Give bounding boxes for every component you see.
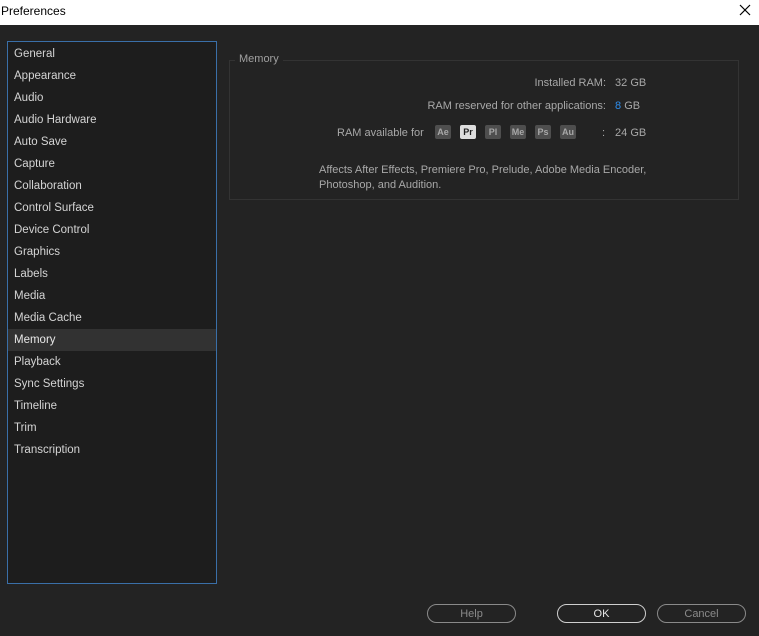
sidebar-item-auto-save[interactable]: Auto Save <box>8 131 216 153</box>
memory-group-title: Memory <box>235 53 283 65</box>
window-title: Preferences <box>1 4 66 18</box>
premiere-pro-icon: Pr <box>460 125 476 139</box>
sidebar-item-sync-settings[interactable]: Sync Settings <box>8 373 216 395</box>
available-ram-value-row: 24 GB <box>615 127 646 139</box>
app-badges: Ae Pr Pl Me Ps Au <box>435 125 585 139</box>
sidebar-item-memory[interactable]: Memory <box>8 329 216 351</box>
sidebar-item-capture[interactable]: Capture <box>8 153 216 175</box>
sidebar-item-timeline[interactable]: Timeline <box>8 395 216 417</box>
memory-description-line-2: Photoshop, and Audition. <box>319 179 442 191</box>
reserved-ram-label: RAM reserved for other applications: <box>427 100 606 112</box>
sidebar-item-trim[interactable]: Trim <box>8 417 216 439</box>
available-ram-separator: : <box>602 127 606 139</box>
preferences-dialog: General Appearance Audio Audio Hardware … <box>0 25 759 636</box>
audition-icon: Au <box>560 125 576 139</box>
installed-ram-value: 32 <box>615 77 628 89</box>
sidebar-item-media-cache[interactable]: Media Cache <box>8 307 216 329</box>
prelude-icon: Pl <box>485 125 501 139</box>
sidebar-item-audio[interactable]: Audio <box>8 87 216 109</box>
ok-button[interactable]: OK <box>557 604 646 623</box>
sidebar-item-collaboration[interactable]: Collaboration <box>8 175 216 197</box>
sidebar-item-media[interactable]: Media <box>8 285 216 307</box>
sidebar-item-appearance[interactable]: Appearance <box>8 65 216 87</box>
available-ram-unit: GB <box>630 127 647 139</box>
sidebar-item-transcription[interactable]: Transcription <box>8 439 216 461</box>
sidebar-item-labels[interactable]: Labels <box>8 263 216 285</box>
sidebar-item-control-surface[interactable]: Control Surface <box>8 197 216 219</box>
reserved-ram-value-row: 8 GB <box>615 100 640 112</box>
memory-description-line-1: Affects After Effects, Premiere Pro, Pre… <box>319 164 647 176</box>
sidebar-item-graphics[interactable]: Graphics <box>8 241 216 263</box>
photoshop-icon: Ps <box>535 125 551 139</box>
sidebar-item-audio-hardware[interactable]: Audio Hardware <box>8 109 216 131</box>
available-ram-label: RAM available for <box>337 127 424 139</box>
after-effects-icon: Ae <box>435 125 451 139</box>
media-encoder-icon: Me <box>510 125 526 139</box>
help-button[interactable]: Help <box>427 604 516 623</box>
reserved-ram-value[interactable]: 8 <box>615 100 621 112</box>
installed-ram-label: Installed RAM: <box>534 77 606 89</box>
close-icon[interactable] <box>737 2 753 18</box>
title-bar: Preferences <box>0 0 759 25</box>
installed-ram-value-row: 32 GB <box>615 77 646 89</box>
installed-ram-unit: GB <box>630 77 647 89</box>
category-list-items: General Appearance Audio Audio Hardware … <box>8 42 216 461</box>
memory-description: Affects After Effects, Premiere Pro, Pre… <box>319 163 679 193</box>
cancel-button[interactable]: Cancel <box>657 604 746 623</box>
sidebar-item-general[interactable]: General <box>8 43 216 65</box>
sidebar-item-playback[interactable]: Playback <box>8 351 216 373</box>
reserved-ram-unit: GB <box>624 100 641 112</box>
sidebar-item-device-control[interactable]: Device Control <box>8 219 216 241</box>
available-ram-value: 24 <box>615 127 628 139</box>
category-list[interactable]: General Appearance Audio Audio Hardware … <box>7 41 217 584</box>
